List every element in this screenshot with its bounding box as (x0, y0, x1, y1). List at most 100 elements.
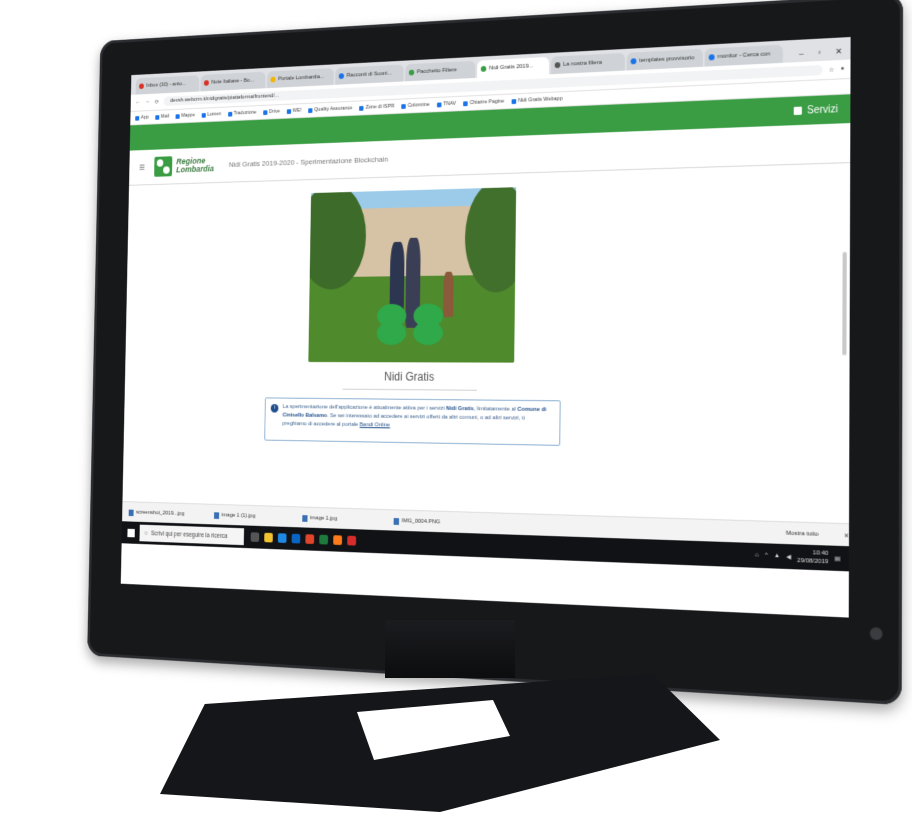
bookmark-item[interactable]: App (135, 115, 149, 121)
system-clock[interactable]: 10:40 29/08/2019 (797, 549, 828, 567)
file-icon (214, 511, 220, 519)
download-item[interactable]: image 1.jpg (302, 514, 381, 524)
download-item[interactable]: image 1 (1).jpg (214, 511, 290, 521)
hamburger-menu-icon[interactable]: ≡ (139, 161, 145, 174)
info-text: La sperimentazione dell'applicazione è a… (282, 404, 447, 412)
maximize-icon[interactable]: ▫ (818, 48, 821, 57)
file-icon (128, 509, 134, 516)
bookmark-item[interactable]: Colonnine (401, 102, 430, 109)
bookmark-label: Zone di ISPR (365, 103, 395, 111)
browser-tab[interactable]: templates provvisorio (626, 48, 703, 71)
windows-logo-icon (126, 528, 135, 537)
browser-tab[interactable]: Inbox (30) - anto... (135, 75, 200, 95)
clock-date: 29/08/2019 (797, 557, 829, 566)
bookmark-icon (463, 100, 468, 106)
close-icon[interactable]: ✕ (844, 532, 851, 540)
cortana-icon: ○ (144, 529, 148, 537)
services-link[interactable]: Servizi (807, 104, 838, 116)
info-bold: Nidi Gratis (446, 405, 474, 413)
download-item[interactable]: IMG_0004.PNG (393, 517, 476, 527)
volume-icon[interactable]: ◀ (786, 553, 791, 560)
regione-lombardia-logo[interactable]: Regione Lombardia (154, 155, 214, 177)
tab-label: La nostra filiera (563, 59, 602, 68)
tab-label: Note Italiane - Bo... (211, 77, 255, 86)
tab-favicon-icon (554, 62, 561, 69)
browser-tab-active[interactable]: Nidi Gratis 2019... (477, 56, 550, 78)
tab-label: Racconti di Suoni... (346, 70, 392, 79)
excel-icon[interactable] (319, 534, 329, 545)
minimize-icon[interactable]: – (799, 49, 804, 58)
profile-avatar[interactable]: ● (841, 66, 845, 72)
download-label: image 1 (1).jpg (221, 512, 256, 520)
edge-icon[interactable] (277, 533, 287, 544)
start-button[interactable] (122, 521, 140, 544)
bookmark-icon (308, 107, 313, 113)
bookmark-icon (201, 112, 206, 118)
bookmark-item[interactable]: Lumen (201, 111, 221, 118)
bookmark-item[interactable]: Drive (263, 109, 280, 115)
network-icon[interactable]: ▲ (774, 553, 780, 559)
browser-tab[interactable]: monitor - Cerca con (704, 44, 783, 67)
bandi-online-link[interactable]: Bandi Online (360, 422, 390, 428)
bookmark-item[interactable]: Traduzione (227, 109, 257, 117)
people-icon[interactable]: ⌂ (755, 552, 759, 558)
star-icon[interactable]: ☆ (829, 66, 835, 73)
bookmark-item[interactable]: Nidi Gratis Webapp (511, 96, 563, 104)
firefox-icon[interactable] (333, 535, 343, 546)
tab-favicon-icon (338, 73, 345, 80)
download-label: screenshot_2019...jpg (135, 509, 185, 517)
bookmark-item[interactable]: Chiarire Pagine (463, 99, 504, 107)
bookmark-item[interactable]: Mappe (175, 113, 195, 119)
photo-scene: Inbox (30) - anto... Note Italiane - Bo.… (0, 0, 912, 819)
browser-tab[interactable]: Note Italiane - Bo... (200, 71, 266, 92)
file-icon (393, 517, 400, 525)
scrollbar[interactable] (842, 251, 847, 356)
bookmark-label: TNAV (443, 100, 457, 108)
taskbar-search[interactable]: ○ Scrivi qui per eseguire la ricerca (139, 524, 245, 546)
forward-icon[interactable]: → (145, 99, 150, 105)
system-tray: ⌂ ^ ▲ ◀ 10:40 29/08/2019 ▤ (755, 547, 849, 567)
task-view-icon[interactable] (250, 532, 260, 542)
bookmark-label: WE! (292, 107, 302, 114)
bookmark-label: Nidi Gratis Webapp (518, 96, 563, 104)
browser-tab[interactable]: Racconti di Suoni... (335, 64, 404, 85)
bookmark-item[interactable]: Quality Assurance (308, 106, 353, 114)
bookmark-label: Traduzione (233, 109, 257, 117)
bookmark-item[interactable]: Mail (155, 114, 169, 120)
download-item[interactable]: screenshot_2019...jpg (128, 509, 203, 518)
download-label: image 1.jpg (310, 515, 338, 522)
notifications-icon[interactable]: ▤ (835, 555, 841, 562)
reload-icon[interactable]: ⟳ (155, 98, 159, 105)
power-button[interactable] (869, 627, 883, 641)
outlook-icon[interactable] (291, 533, 301, 544)
chevron-up-icon[interactable]: ^ (765, 553, 768, 559)
close-icon[interactable]: ✕ (835, 47, 842, 57)
bookmark-item[interactable]: TNAV (436, 100, 457, 108)
bookmark-icon (135, 115, 140, 121)
bookmark-label: Colonnine (407, 102, 430, 109)
bookmark-icon (286, 108, 291, 114)
logo-mark-icon (154, 156, 173, 177)
tab-favicon-icon (708, 54, 715, 61)
bookmark-label: Mail (160, 113, 170, 120)
file-explorer-icon[interactable] (264, 532, 273, 543)
logo-line-2: Lombardia (176, 163, 214, 175)
info-alert: i La sperimentazione dell'applicazione è… (264, 397, 561, 446)
photo-title: Nidi Gratis (384, 369, 435, 384)
acrobat-icon[interactable] (347, 535, 357, 546)
show-all-downloads-button[interactable]: Mostra tutto (786, 531, 829, 539)
browser-tab[interactable]: Portale Lombardia... (266, 68, 334, 89)
chrome-icon[interactable] (305, 534, 315, 545)
monitor-stand-neck (385, 620, 515, 678)
bookmark-item[interactable]: WE! (286, 107, 302, 114)
tab-label: Portale Lombardia... (278, 74, 325, 83)
main-content: Nidi Gratis i La sperimentazione dell'ap… (123, 163, 850, 505)
bookmark-icon (263, 109, 268, 115)
browser-tab[interactable]: Pacchetto Filiere (405, 60, 476, 82)
back-icon[interactable]: ← (135, 100, 140, 106)
browser-tab[interactable]: La nostra filiera (550, 52, 625, 75)
bookmark-icon (359, 105, 364, 111)
bookmark-icon (511, 98, 517, 104)
grid-icon[interactable] (793, 106, 802, 116)
bookmark-item[interactable]: Zone di ISPR (359, 104, 394, 111)
